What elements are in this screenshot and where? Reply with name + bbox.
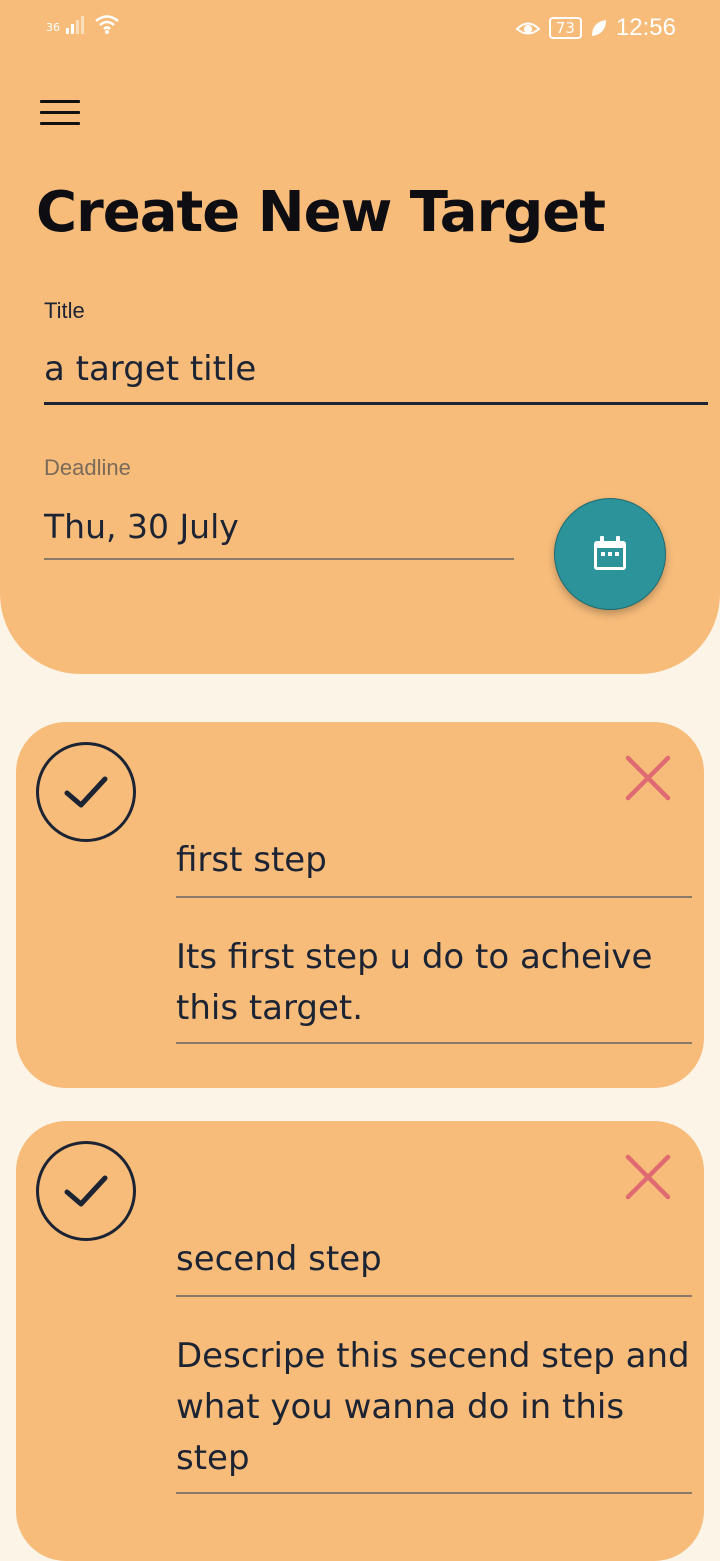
close-icon xyxy=(625,755,671,801)
page-title: Create New Target xyxy=(36,180,606,245)
complete-step-button[interactable] xyxy=(36,1141,136,1241)
step-name-input[interactable]: first step xyxy=(176,822,692,898)
step-name-input[interactable]: secend step xyxy=(176,1221,692,1297)
deadline-field-label: Deadline xyxy=(44,455,131,480)
status-bar: 36 73 12:56 xyxy=(0,0,720,56)
header-panel: 36 73 12:56 Create New Target Title a ta… xyxy=(0,0,720,674)
calendar-button[interactable] xyxy=(554,498,666,610)
signal-icon xyxy=(66,16,84,34)
close-icon xyxy=(625,1154,671,1200)
wifi-icon xyxy=(95,15,119,34)
step-description-input[interactable]: Its first step u do to acheive this targ… xyxy=(176,932,692,1044)
step-card: first step Its first step u do to acheiv… xyxy=(16,722,704,1088)
step-description-input[interactable]: Descripe this secend step and what you w… xyxy=(176,1331,692,1494)
title-input[interactable] xyxy=(44,336,708,405)
network-type-label: 36 xyxy=(46,21,60,34)
leaf-icon xyxy=(591,20,606,36)
checkmark-icon xyxy=(64,776,108,808)
delete-step-button[interactable] xyxy=(624,1153,672,1201)
eye-comfort-icon xyxy=(515,22,541,35)
calendar-icon xyxy=(594,536,626,570)
delete-step-button[interactable] xyxy=(624,754,672,802)
deadline-input[interactable] xyxy=(44,494,514,560)
step-card: secend step Descripe this secend step an… xyxy=(16,1121,704,1561)
checkmark-icon xyxy=(64,1175,108,1207)
title-field-label: Title xyxy=(44,298,85,323)
battery-indicator: 73 xyxy=(548,17,582,39)
menu-icon[interactable] xyxy=(40,100,80,130)
complete-step-button[interactable] xyxy=(36,742,136,842)
clock-time: 12:56 xyxy=(615,14,676,41)
